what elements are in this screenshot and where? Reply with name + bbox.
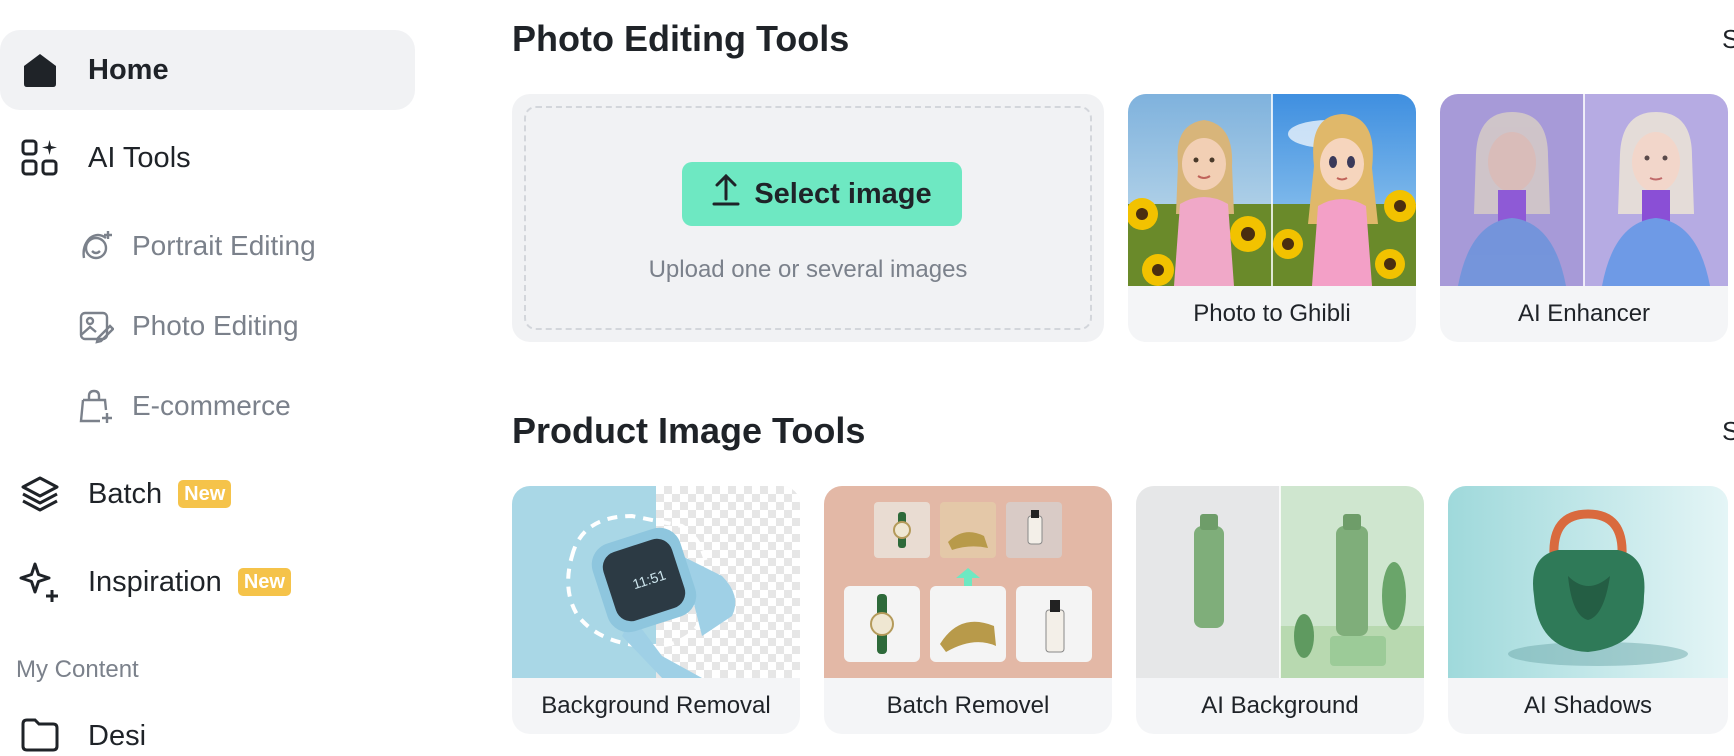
background-removal-thumbnail: 11:51: [512, 486, 800, 678]
sidebar-item-label: Photo Editing: [132, 310, 299, 341]
sidebar-item-label: Batch New: [88, 477, 232, 511]
new-badge: New: [178, 480, 232, 508]
folder-icon: [18, 712, 62, 756]
new-badge: New: [237, 568, 291, 596]
sidebar-item-ai-tools[interactable]: AI Tools: [0, 118, 415, 198]
upload-dropzone[interactable]: Select image Upload one or several image…: [512, 94, 1104, 342]
upload-dropzone-border: Select image Upload one or several image…: [524, 106, 1092, 330]
sidebar-item-batch-text: Batch: [88, 477, 163, 510]
tool-card-ai-enhancer[interactable]: AI Enhancer: [1440, 94, 1728, 342]
photo-tools-see-all-link[interactable]: S: [1722, 24, 1734, 55]
sidebar-item-label: Home: [88, 53, 169, 86]
tool-card-label: AI Shadows: [1523, 692, 1653, 719]
my-content-caption: My Content: [16, 656, 139, 683]
sidebar-item-label: Inspiration New: [88, 566, 291, 599]
sidebar-item-designs[interactable]: Desi: [0, 712, 415, 752]
ai-shadows-thumbnail: [1448, 486, 1728, 678]
sidebar: Home AI Tools Portrait Editing Photo Edi…: [0, 0, 440, 752]
shopping-bag-icon: [78, 388, 114, 424]
batch-removel-thumbnail: [824, 486, 1112, 678]
product-image-tools-heading: Product Image Tools: [512, 410, 866, 451]
tool-card-background-removal[interactable]: 11:51 Background Removal: [512, 486, 800, 734]
photo-editing-tools-heading: Photo Editing Tools: [512, 18, 850, 59]
tool-card-label: Batch Removel: [886, 692, 1050, 719]
photo-edit-icon: [78, 308, 114, 344]
portrait-edit-icon: [78, 228, 114, 264]
ai-enhancer-thumbnail: [1440, 94, 1728, 286]
sidebar-item-label: Desi: [88, 720, 147, 752]
select-image-label: Select image: [754, 177, 932, 210]
sidebar-item-home[interactable]: Home: [0, 30, 415, 110]
photo-to-ghibli-thumbnail: [1128, 94, 1416, 286]
tool-card-ai-shadows[interactable]: AI Shadows: [1448, 486, 1728, 734]
product-tools-see-all-link[interactable]: S: [1722, 416, 1734, 447]
tool-card-label: AI Background: [1201, 692, 1359, 719]
sidebar-item-label: AI Tools: [88, 141, 191, 174]
sidebar-item-photo-editing[interactable]: Photo Editing: [0, 294, 415, 358]
sidebar-item-portrait-editing[interactable]: Portrait Editing: [0, 214, 415, 278]
layers-icon: [18, 472, 62, 516]
tool-card-label: AI Enhancer: [1517, 300, 1651, 327]
ai-background-thumbnail: [1136, 486, 1424, 678]
tool-card-label: Photo to Ghibli: [1193, 300, 1351, 327]
select-image-button[interactable]: Select image: [682, 162, 962, 226]
tool-card-label: Background Removal: [541, 692, 771, 719]
sidebar-item-label: E-commerce: [132, 390, 291, 421]
sidebar-item-label: Portrait Editing: [132, 230, 316, 261]
sidebar-item-e-commerce[interactable]: E-commerce: [0, 374, 415, 438]
sparkles-icon: [18, 560, 62, 604]
upload-icon: [712, 173, 740, 215]
tool-card-ai-background[interactable]: AI Background: [1136, 486, 1424, 734]
upload-hint: Upload one or several images: [648, 256, 968, 283]
home-icon: [18, 48, 62, 92]
tool-card-batch-removel[interactable]: Batch Removel: [824, 486, 1112, 734]
ai-tools-grid-icon: [18, 136, 62, 180]
sidebar-item-inspiration-text: Inspiration: [88, 565, 222, 598]
sidebar-item-batch[interactable]: Batch New: [0, 454, 415, 534]
sidebar-item-inspiration[interactable]: Inspiration New: [0, 542, 415, 622]
tool-card-photo-to-ghibli[interactable]: Photo to Ghibli: [1128, 94, 1416, 342]
